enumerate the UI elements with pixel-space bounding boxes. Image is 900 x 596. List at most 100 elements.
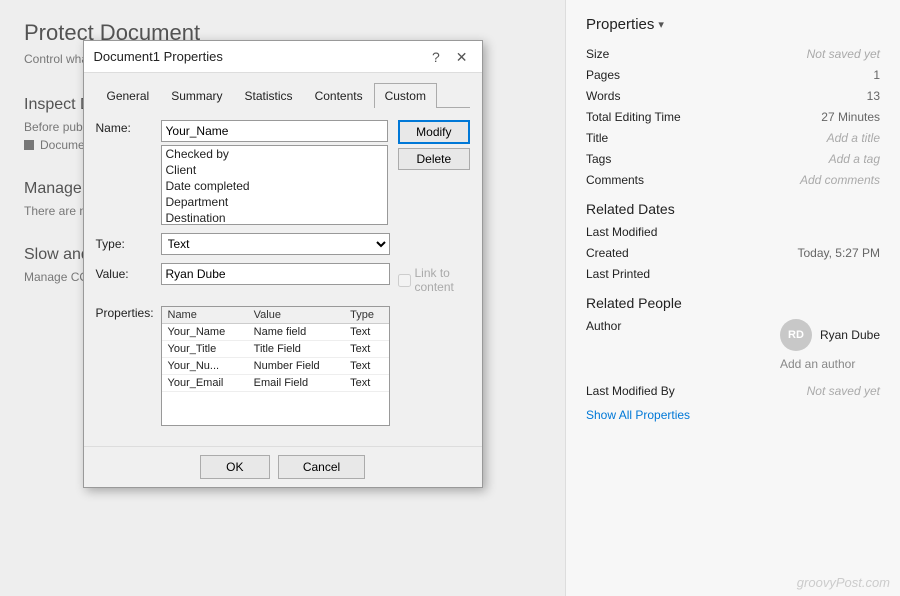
cancel-button[interactable]: Cancel — [278, 455, 365, 479]
prop-last-printed: Last Printed — [586, 267, 880, 281]
table-row[interactable]: Your_Email Email Field Text — [162, 375, 389, 392]
document-properties-dialog: Document1 Properties ? ✕ General Summary… — [83, 40, 483, 488]
link-to-content-checkbox[interactable] — [398, 274, 411, 287]
author-row: Author RD Ryan Dube Add an author — [586, 319, 880, 377]
tab-contents[interactable]: Contents — [304, 83, 374, 108]
prop-pages: Pages 1 — [586, 68, 880, 82]
author-info: RD Ryan Dube Add an author — [780, 319, 880, 377]
listbox-item[interactable]: Checked by — [162, 146, 388, 162]
prop-created: Created Today, 5:27 PM — [586, 246, 880, 260]
properties-table: Name Value Type Your_Name Name field — [162, 307, 389, 392]
modify-button[interactable]: Modify — [398, 120, 469, 144]
row-value: Email Field — [248, 375, 344, 392]
link-to-content-label[interactable]: Link to content — [398, 266, 470, 294]
prop-value: 1 — [873, 68, 880, 82]
show-all-properties-link[interactable]: Show All Properties — [586, 408, 880, 422]
related-dates-title: Related Dates — [586, 201, 880, 217]
table-row[interactable]: Your_Nu... Number Field Text — [162, 358, 389, 375]
properties-label: Properties: — [96, 302, 161, 320]
col-type: Type — [344, 307, 388, 324]
prop-label: Last Printed — [586, 267, 706, 281]
dialog-help-button[interactable]: ? — [428, 50, 444, 64]
properties-header: Properties ▾ — [586, 16, 880, 33]
tab-general[interactable]: General — [96, 83, 161, 108]
type-field-wrap: Text Date Number Yes or No — [161, 233, 390, 255]
prop-size: Size Not saved yet — [586, 47, 880, 61]
value-row: Value: Link to content — [96, 263, 470, 294]
listbox-item[interactable]: Department — [162, 194, 388, 210]
name-input[interactable] — [161, 120, 389, 142]
row-name: Your_Name — [162, 324, 248, 341]
row-name: Your_Email — [162, 375, 248, 392]
prop-value: 27 Minutes — [821, 110, 880, 124]
prop-value: Not saved yet — [807, 47, 880, 61]
row-type: Text — [344, 375, 388, 392]
prop-value[interactable]: Add a tag — [829, 152, 880, 166]
dialog-title: Document1 Properties — [94, 49, 223, 64]
action-buttons: Modify Delete — [398, 120, 469, 170]
prop-comments: Comments Add comments — [586, 173, 880, 187]
related-people-section: Related People Author RD Ryan Dube Add a… — [586, 295, 880, 398]
watermark: groovyPost.com — [797, 575, 890, 590]
value-label: Value: — [96, 263, 161, 281]
prop-value[interactable]: Add comments — [800, 173, 880, 187]
prop-last-modified-by: Last Modified By Not saved yet — [586, 384, 880, 398]
avatar: RD — [780, 319, 812, 351]
tab-summary[interactable]: Summary — [160, 83, 233, 108]
author-details: RD Ryan Dube — [780, 319, 880, 351]
prop-tags: Tags Add a tag — [586, 152, 880, 166]
related-people-title: Related People — [586, 295, 880, 311]
col-value: Value — [248, 307, 344, 324]
add-author-link[interactable]: Add an author — [780, 357, 880, 371]
prop-label: Size — [586, 47, 706, 61]
dialog-tabs: General Summary Statistics Contents Cust… — [96, 83, 470, 108]
tab-statistics[interactable]: Statistics — [234, 83, 304, 108]
dialog-overlay: Document1 Properties ? ✕ General Summary… — [0, 0, 565, 596]
row-name: Your_Title — [162, 341, 248, 358]
row-type: Text — [344, 324, 388, 341]
prop-label: Title — [586, 131, 706, 145]
prop-last-modified: Last Modified — [586, 225, 880, 239]
dialog-content: General Summary Statistics Contents Cust… — [84, 73, 482, 446]
row-value: Title Field — [248, 341, 344, 358]
tab-custom[interactable]: Custom — [374, 83, 437, 108]
properties-title: Properties — [586, 16, 654, 33]
table-row[interactable]: Your_Title Title Field Text — [162, 341, 389, 358]
delete-button[interactable]: Delete — [398, 148, 469, 170]
listbox-item[interactable]: Date completed — [162, 178, 388, 194]
prop-label: Total Editing Time — [586, 110, 706, 124]
name-section: Name: Checked by Client Date completed D… — [96, 120, 470, 225]
prop-words: Words 13 — [586, 89, 880, 103]
row-type: Text — [344, 358, 388, 375]
dialog-controls: ? ✕ — [428, 50, 472, 64]
col-name: Name — [162, 307, 248, 324]
table-row[interactable]: Your_Name Name field Text — [162, 324, 389, 341]
properties-table-container[interactable]: Name Value Type Your_Name Name field — [161, 306, 390, 426]
listbox-item[interactable]: Client — [162, 162, 388, 178]
properties-list: Size Not saved yet Pages 1 Words 13 Tota… — [586, 47, 880, 187]
type-row: Type: Text Date Number Yes or No — [96, 233, 470, 255]
prop-value: Not saved yet — [807, 384, 880, 398]
dialog-close-button[interactable]: ✕ — [452, 50, 472, 64]
prop-label: Words — [586, 89, 706, 103]
link-to-content-text: Link to content — [415, 266, 470, 294]
prop-value: Today, 5:27 PM — [798, 246, 881, 260]
value-input[interactable] — [161, 263, 390, 285]
row-type: Text — [344, 341, 388, 358]
type-select[interactable]: Text Date Number Yes or No — [161, 233, 390, 255]
value-field-wrap — [161, 263, 390, 285]
row-name: Your_Nu... — [162, 358, 248, 375]
name-listbox[interactable]: Checked by Client Date completed Departm… — [161, 145, 389, 225]
properties-row: Properties: Name Value Type — [96, 302, 470, 426]
prop-value: 13 — [867, 89, 880, 103]
listbox-item[interactable]: Destination — [162, 210, 388, 225]
type-label: Type: — [96, 233, 161, 251]
prop-label: Pages — [586, 68, 706, 82]
chevron-down-icon: ▾ — [658, 18, 664, 31]
dialog-titlebar: Document1 Properties ? ✕ — [84, 41, 482, 73]
name-field-wrap: Checked by Client Date completed Departm… — [161, 120, 389, 225]
ok-button[interactable]: OK — [200, 455, 270, 479]
prop-value[interactable]: Add a title — [827, 131, 880, 145]
prop-title: Title Add a title — [586, 131, 880, 145]
prop-editing-time: Total Editing Time 27 Minutes — [586, 110, 880, 124]
